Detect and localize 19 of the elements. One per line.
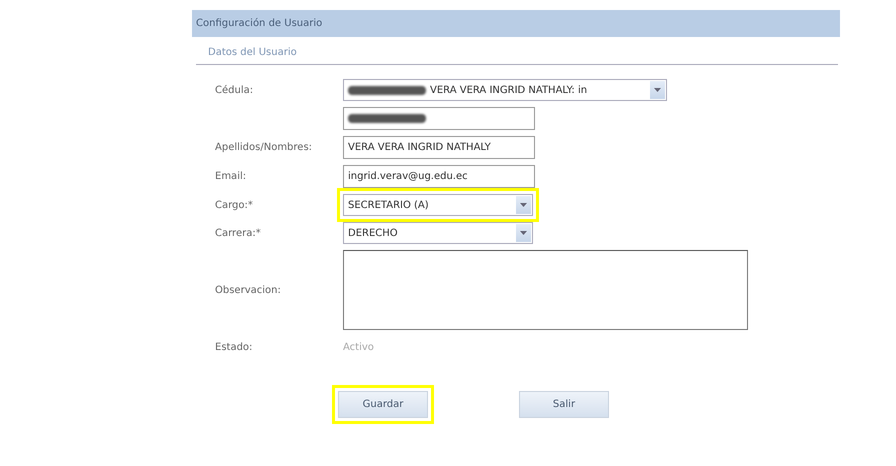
field-label: Cargo:*: [215, 198, 254, 212]
field-label: Estado:: [215, 341, 254, 355]
field-label: Apellidos/Nombres:: [215, 141, 314, 155]
section-title: Datos del Usuario: [196, 37, 838, 65]
dropdown-field[interactable]: VERA VERA INGRID NATHALY: in: [343, 79, 667, 101]
form-button[interactable]: Guardar: [338, 391, 428, 418]
textarea-field[interactable]: [343, 250, 748, 330]
field-label: Observacion:: [215, 284, 282, 298]
dropdown-field[interactable]: DERECHO: [343, 222, 533, 244]
field-label: Email:: [215, 170, 248, 184]
dropdown-field[interactable]: SECRETARIO (A): [343, 194, 533, 216]
input-field[interactable]: VERA VERA INGRID NATHALY: [343, 136, 535, 159]
status-value: Activo: [343, 341, 374, 355]
window-title: Configuración de Usuario: [192, 10, 840, 37]
form-button[interactable]: Salir: [519, 391, 609, 418]
field-label: Carrera:*: [215, 226, 262, 240]
field-label: Cédula:: [215, 84, 254, 98]
input-field[interactable]: [343, 107, 535, 130]
input-field[interactable]: ingrid.verav@ug.edu.ec: [343, 165, 535, 188]
